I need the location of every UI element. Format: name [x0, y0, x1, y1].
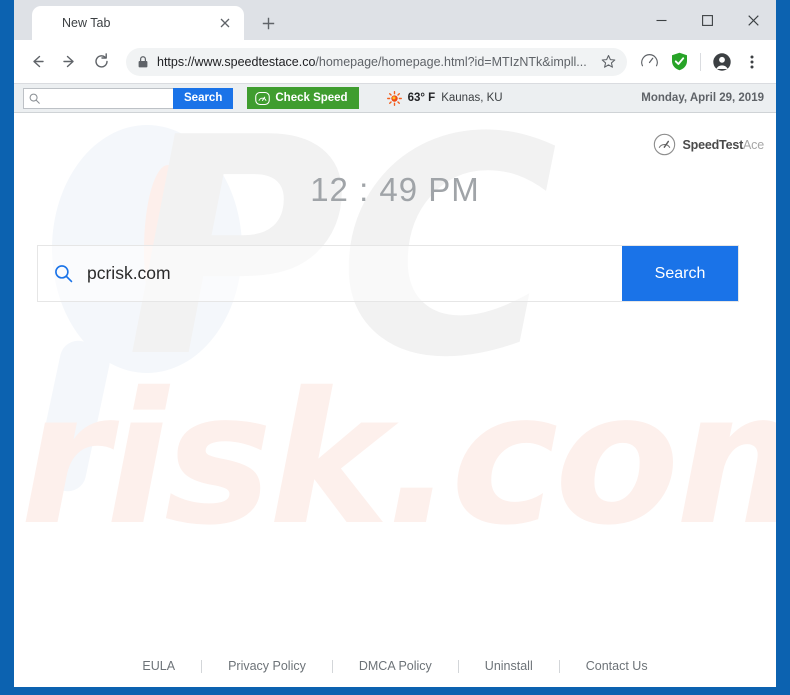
- main-search-input[interactable]: pcrisk.com: [38, 246, 622, 301]
- browser-window: New Tab https://www.speedtestace.co/home…: [14, 0, 776, 687]
- window-maximize-button[interactable]: [684, 0, 730, 40]
- extension-shield-check-icon[interactable]: [665, 48, 693, 76]
- tab-title: New Tab: [62, 16, 111, 30]
- footer-link-uninstall[interactable]: Uninstall: [459, 659, 559, 673]
- weather-location: Kaunas, KU: [441, 92, 503, 104]
- back-button[interactable]: [22, 47, 52, 77]
- check-speed-label: Check Speed: [275, 92, 348, 104]
- window-close-button[interactable]: [730, 0, 776, 40]
- page-content: PC risk.com SpeedTestAce 12 : 49 PM: [14, 113, 776, 685]
- speedometer-icon: [653, 133, 676, 156]
- browser-menu-icon[interactable]: [738, 48, 766, 76]
- footer-link-dmca-policy[interactable]: DMCA Policy: [333, 659, 458, 673]
- check-speed-button[interactable]: Check Speed: [247, 87, 359, 109]
- watermark-magnifier-handle: [32, 337, 114, 495]
- clock-display: 12 : 49 PM: [310, 171, 480, 208]
- extension-search-button[interactable]: Search: [173, 87, 234, 109]
- lock-icon: [138, 55, 148, 68]
- extension-search-input[interactable]: [23, 87, 173, 109]
- url-path: /homepage/homepage.html?id=MTIzNTk&impll…: [315, 54, 587, 69]
- watermark-risk-text: risk.com: [20, 353, 776, 565]
- new-tab-button[interactable]: [254, 9, 282, 37]
- toolbar-date: Monday, April 29, 2019: [641, 92, 764, 104]
- weather-temperature: 63° F: [407, 92, 436, 104]
- search-icon: [29, 93, 40, 104]
- tab-strip: New Tab: [14, 0, 776, 40]
- extension-search-group: Search: [23, 87, 234, 109]
- speedometer-icon: [255, 91, 271, 106]
- site-logo-text: SpeedTestAce: [682, 137, 765, 152]
- main-search-value: pcrisk.com: [87, 263, 171, 283]
- window-frame: New Tab https://www.speedtestace.co/home…: [0, 0, 790, 695]
- main-search-row: pcrisk.com Search: [38, 246, 738, 301]
- toolbar-divider: [700, 52, 701, 71]
- search-icon: [54, 264, 73, 283]
- extension-speedometer-icon[interactable]: [635, 48, 663, 76]
- page-footer: EULA Privacy Policy DMCA Policy Uninstal…: [14, 659, 776, 673]
- main-search-button[interactable]: Search: [622, 246, 738, 301]
- footer-link-contact-us[interactable]: Contact Us: [560, 659, 674, 673]
- logo-name-light: Ace: [743, 137, 764, 152]
- window-controls: [638, 0, 776, 40]
- url-domain: https://www.speedtestace.co: [157, 54, 316, 69]
- site-logo[interactable]: SpeedTestAce: [653, 133, 764, 156]
- window-minimize-button[interactable]: [638, 0, 684, 40]
- reload-button[interactable]: [86, 47, 116, 77]
- footer-link-eula[interactable]: EULA: [116, 659, 201, 673]
- extension-toolbar: Search Check Speed 63° F Kaunas, KU Mond…: [14, 83, 776, 113]
- logo-name-bold: SpeedTest: [682, 137, 744, 152]
- weather-widget[interactable]: 63° F Kaunas, KU: [386, 90, 503, 106]
- profile-avatar-icon[interactable]: [708, 48, 736, 76]
- address-bar-url: https://www.speedtestace.co/homepage/hom…: [157, 55, 595, 69]
- sun-icon: [386, 90, 402, 106]
- tab-close-icon[interactable]: [216, 14, 234, 32]
- forward-button[interactable]: [54, 47, 84, 77]
- address-bar[interactable]: https://www.speedtestace.co/homepage/hom…: [126, 47, 627, 76]
- browser-tab-new-tab[interactable]: New Tab: [32, 6, 244, 40]
- browser-toolbar: https://www.speedtestace.co/homepage/hom…: [14, 40, 776, 83]
- footer-link-privacy-policy[interactable]: Privacy Policy: [202, 659, 332, 673]
- bookmark-star-icon[interactable]: [595, 49, 621, 75]
